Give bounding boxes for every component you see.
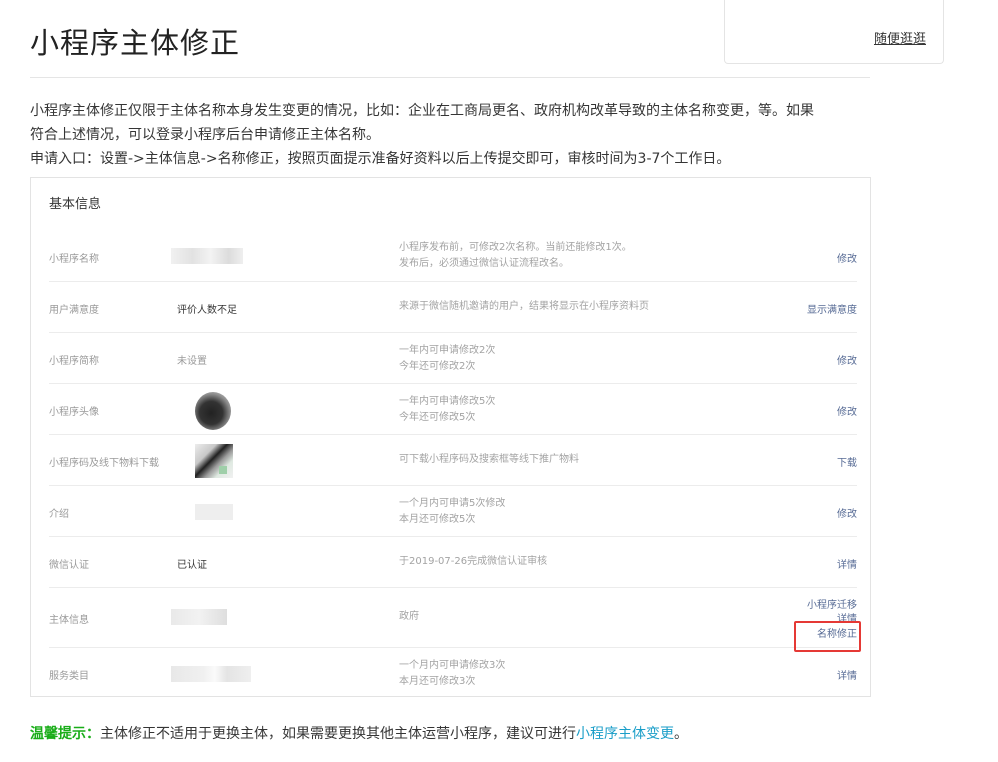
info-row-qrcode: 小程序码及线下物料下载 可下载小程序码及搜索框等线下推广物料 下载 [49,435,857,486]
highlight-box [794,621,861,652]
info-row-avatar: 小程序头像 一年内可申请修改5次 今年还可修改5次 修改 [49,384,857,435]
row-desc-1: 于2019-07-26完成微信认证审核 [399,556,548,567]
verification-details-link[interactable]: 详情 [837,556,857,571]
info-row-satisfaction: 用户满意度 评价人数不足 来源于微信随机邀请的用户，结果将显示在小程序资料页 显… [49,282,857,333]
intro-line-3: 申请入口：设置->主体信息->名称修正，按照页面提示准备好资料以后上传提交即可，… [30,151,731,167]
blurred-entity-value [171,609,227,625]
show-satisfaction-link[interactable]: 显示满意度 [807,301,857,316]
qr-code-image [195,444,233,478]
tip-body: 主体修正不适用于更换主体，如果需要更换其他主体运营小程序，建议可进行 [100,726,576,742]
basic-info-panel: 基本信息 小程序名称 小程序发布前，可修改2次名称。当前还能修改1次。 发布后，… [30,177,871,697]
info-row-entity: 主体信息 政府 小程序迁移 详情 名称修正 [49,588,857,648]
modify-short-name-link[interactable]: 修改 [837,352,857,367]
row-label: 服务类目 [49,671,89,682]
row-desc-2: 今年还可修改5次 [399,412,476,423]
tip-text: 温馨提示：主体修正不适用于更换主体，如果需要更换其他主体运营小程序，建议可进行小… [30,723,688,743]
floating-card: 随便逛逛 [724,0,944,64]
tip-suffix: 。 [674,726,688,742]
page-title: 小程序主体修正 [30,26,241,60]
row-desc-2: 今年还可修改2次 [399,361,476,372]
avatar [195,392,231,430]
row-desc-1: 一个月内可申请5次修改 [399,498,506,509]
info-row-intro: 介绍 一个月内可申请5次修改 本月还可修改5次 修改 [49,486,857,537]
blurred-intro-value [195,504,233,520]
row-label: 介绍 [49,509,69,520]
row-desc-2: 本月还可修改5次 [399,514,476,525]
migrate-link[interactable]: 小程序迁移 [807,596,857,611]
row-desc-1: 一个月内可申请修改3次 [399,660,506,671]
row-value: 已认证 [177,560,207,571]
browse-link[interactable]: 随便逛逛 [874,28,926,47]
row-desc-1: 可下载小程序码及搜索框等线下推广物料 [399,454,579,465]
row-label: 小程序码及线下物料下载 [49,458,159,469]
modify-avatar-link[interactable]: 修改 [837,403,857,418]
row-desc-1: 政府 [399,611,419,622]
row-desc-1: 小程序发布前，可修改2次名称。当前还能修改1次。 [399,242,632,253]
modify-intro-link[interactable]: 修改 [837,505,857,520]
intro-line-1: 小程序主体修正仅限于主体名称本身发生变更的情况，比如：企业在工商局更名、政府机构… [30,103,814,119]
panel-title: 基本信息 [49,197,102,212]
tip-label: 温馨提示： [30,726,100,742]
row-label: 主体信息 [49,615,89,626]
category-details-link[interactable]: 详情 [837,667,857,682]
info-row-category: 服务类目 一个月内可申请修改3次 本月还可修改3次 详情 [49,648,857,698]
intro-line-2: 符合上述情况，可以登录小程序后台申请修正主体名称。 [30,127,380,143]
info-row-name: 小程序名称 小程序发布前，可修改2次名称。当前还能修改1次。 发布后，必须通过微… [49,230,857,282]
row-label: 小程序名称 [49,254,99,265]
info-row-short-name: 小程序简称 未设置 一年内可申请修改2次 今年还可修改2次 修改 [49,333,857,384]
row-value: 评价人数不足 [177,305,237,316]
entity-change-link[interactable]: 小程序主体变更 [576,726,674,742]
info-row-verification: 微信认证 已认证 于2019-07-26完成微信认证审核 详情 [49,537,857,588]
row-label: 小程序简称 [49,356,99,367]
row-desc-1: 一年内可申请修改5次 [399,396,496,407]
intro-text: 小程序主体修正仅限于主体名称本身发生变更的情况，比如：企业在工商局更名、政府机构… [30,99,880,171]
row-label: 小程序头像 [49,407,99,418]
row-desc-1: 一年内可申请修改2次 [399,345,496,356]
modify-name-link[interactable]: 修改 [837,250,857,265]
blurred-category-value [171,666,251,682]
row-desc-2: 发布后，必须通过微信认证流程改名。 [399,258,569,269]
blurred-name-value [171,248,243,264]
row-desc-2: 本月还可修改3次 [399,676,476,687]
row-label: 微信认证 [49,560,89,571]
row-label: 用户满意度 [49,305,99,316]
row-desc-1: 来源于微信随机邀请的用户，结果将显示在小程序资料页 [399,301,649,312]
title-divider [30,77,870,78]
row-value: 未设置 [177,356,207,367]
download-link[interactable]: 下载 [837,454,857,469]
